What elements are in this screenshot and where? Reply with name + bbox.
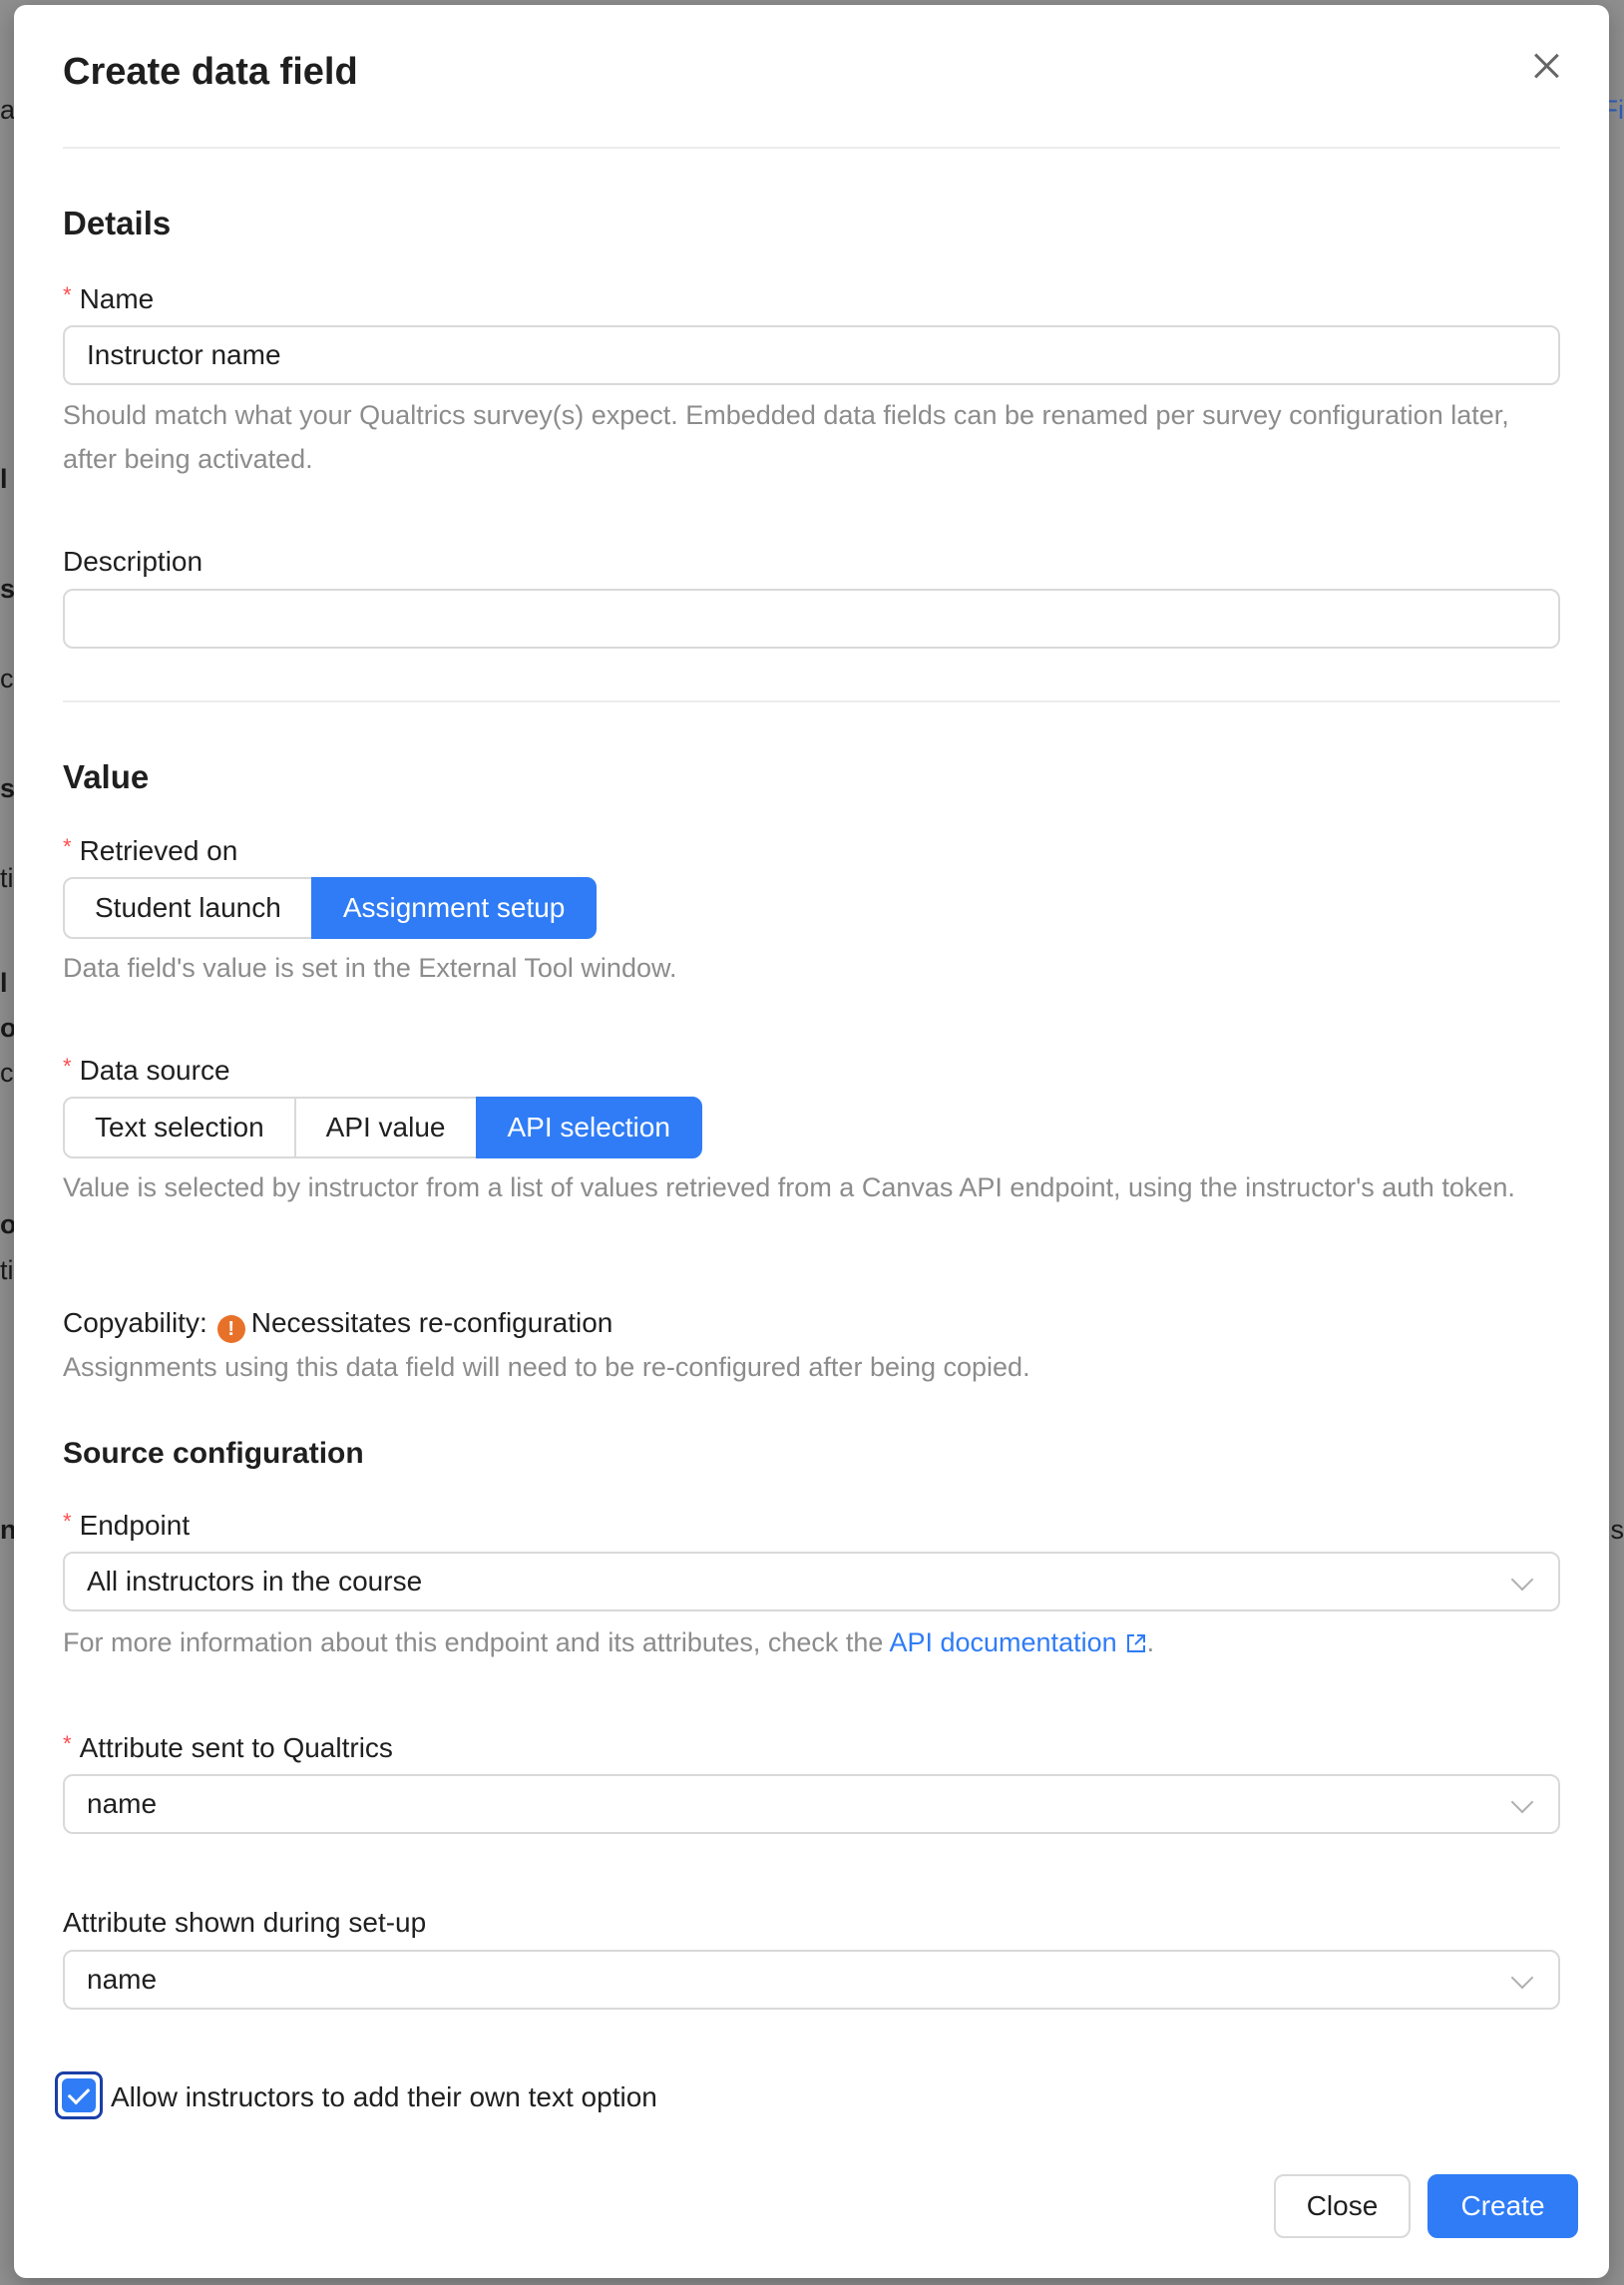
warning-circle-icon: ! [216, 1315, 245, 1343]
source-config-heading: Source configuration [63, 1437, 364, 1470]
source-option-text-selection[interactable]: Text selection [63, 1097, 296, 1158]
bg-fragment: a [0, 95, 16, 125]
bg-fragment: s [0, 773, 16, 803]
attr-sent-label-text: Attribute sent to Qualtrics [79, 1732, 393, 1763]
required-marker: * [63, 1731, 72, 1756]
value-heading: Value [63, 758, 150, 795]
attr-sent-select-value: name [87, 1788, 158, 1819]
endpoint-select[interactable]: All instructors in the course [63, 1552, 1560, 1611]
retrieved-on-label-text: Retrieved on [79, 835, 238, 866]
details-heading: Details [63, 205, 172, 241]
chevron-down-icon [1510, 1790, 1534, 1814]
modal-title: Create data field [63, 51, 358, 93]
attr-shown-select[interactable]: name [63, 1950, 1560, 2010]
data-source-label-text: Data source [79, 1055, 230, 1086]
attr-sent-label: * Attribute sent to Qualtrics [63, 1731, 393, 1764]
attr-sent-select[interactable]: name [63, 1774, 1560, 1834]
create-button[interactable]: Create [1427, 2174, 1578, 2238]
required-marker: * [63, 834, 72, 859]
allow-text-checkbox[interactable] [55, 2071, 103, 2119]
create-data-field-modal: Create data field Details * Name Instruct… [14, 5, 1609, 2278]
bg-fragment: s [1610, 1515, 1624, 1545]
name-help-text: Should match what your Qualtrics survey(… [63, 400, 1509, 474]
description-label: Description [63, 546, 203, 577]
required-marker: * [63, 1054, 72, 1079]
bg-fragment: l [0, 968, 8, 998]
endpoint-help-prefix: For more information about this endpoint… [63, 1627, 890, 1657]
data-source-label: * Data source [63, 1054, 230, 1087]
required-marker: * [63, 1509, 72, 1534]
source-option-api-selection[interactable]: API selection [475, 1097, 702, 1158]
endpoint-label: * Endpoint [63, 1509, 190, 1542]
bg-fragment: l [0, 464, 8, 494]
api-documentation-link[interactable]: API documentation [889, 1627, 1146, 1657]
endpoint-help-text: For more information about this endpoint… [63, 1620, 1560, 1664]
chevron-down-icon [1510, 1966, 1534, 1990]
copyability-value: Necessitates re-configuration [250, 1307, 613, 1338]
section-divider [63, 700, 1560, 702]
modal-body: Create data field Details * Name Instruct… [55, 5, 1578, 2278]
retrieved-option-assignment-setup[interactable]: Assignment setup [310, 877, 598, 939]
data-source-segmented: Text selection API value API selection [63, 1097, 702, 1158]
allow-text-label[interactable]: Allow instructors to add their own text … [111, 2081, 657, 2113]
retrieved-on-label: * Retrieved on [63, 834, 237, 867]
retrieved-option-student-launch[interactable]: Student launch [63, 877, 313, 939]
bg-fragment: c [0, 664, 14, 693]
source-option-api-value[interactable]: API value [293, 1097, 478, 1158]
name-input[interactable]: Instructor name [63, 325, 1560, 385]
endpoint-help-suffix: . [1146, 1627, 1155, 1657]
description-input[interactable] [63, 589, 1560, 649]
close-button[interactable]: Close [1274, 2174, 1411, 2238]
checkmark-icon [62, 2078, 96, 2112]
retrieved-help-text: Data field's value is set in the Externa… [63, 953, 677, 983]
bg-fragment: c [0, 1058, 14, 1088]
bg-fragment: ti [0, 863, 14, 893]
required-marker: * [63, 282, 72, 307]
chevron-down-icon [1510, 1568, 1534, 1592]
retrieved-on-segmented: Student launch Assignment setup [63, 877, 598, 939]
external-link-icon [1126, 1634, 1145, 1652]
name-label: * Name [63, 282, 154, 315]
copyability-row: Copyability:! Necessitates re-configurati… [63, 1307, 612, 1343]
attr-shown-select-value: name [87, 1964, 158, 1995]
close-icon[interactable] [1526, 45, 1566, 85]
copyability-label: Copyability: [63, 1307, 207, 1338]
endpoint-select-value: All instructors in the course [87, 1566, 423, 1597]
bg-fragment: s [0, 574, 16, 604]
name-label-text: Name [79, 283, 155, 314]
copyability-help-text: Assignments using this data field will n… [63, 1352, 1030, 1382]
bg-fragment: ti [0, 1255, 14, 1285]
header-divider [63, 147, 1560, 149]
attr-shown-label: Attribute shown during set-up [63, 1907, 427, 1938]
endpoint-label-text: Endpoint [79, 1510, 191, 1541]
api-documentation-link-text: API documentation [889, 1627, 1117, 1657]
data-source-help-text: Value is selected by instructor from a l… [63, 1172, 1515, 1202]
